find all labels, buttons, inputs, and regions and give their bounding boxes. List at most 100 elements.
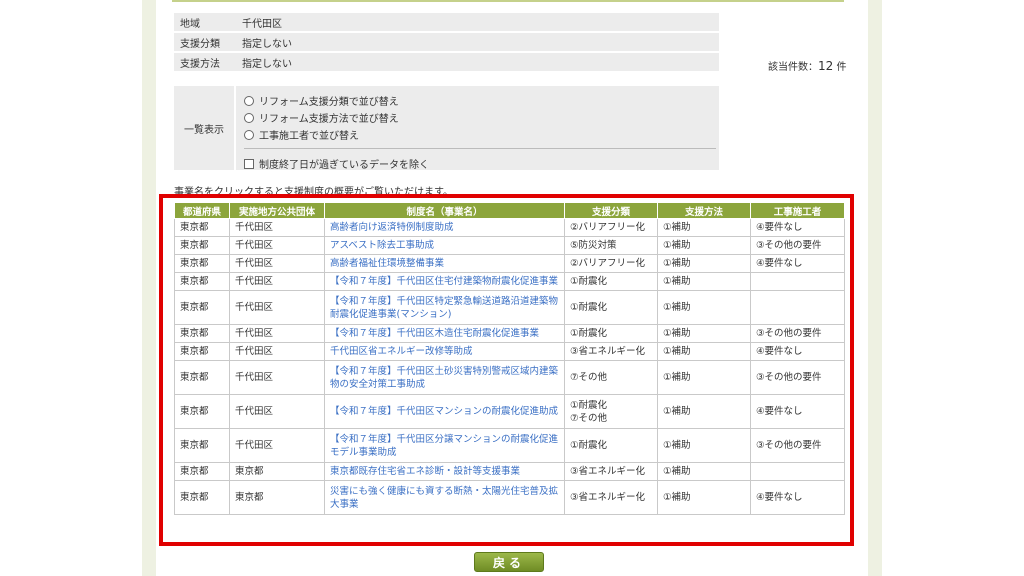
- search-conditions: 地域 千代田区 支援分類 指定しない 支援方法 指定しない: [174, 11, 719, 73]
- column-header-builder: 工事施工者: [750, 202, 845, 219]
- table-row: 東京都 千代田区 千代田区省エネルギー改修等助成 ③省エネルギー化 ①補助 ④要件なし: [174, 342, 845, 361]
- condition-value: 指定しない: [236, 53, 719, 71]
- condition-label: 支援分類: [174, 33, 236, 51]
- cell-support-method: ①補助: [657, 428, 751, 463]
- back-button[interactable]: 戻る: [474, 552, 544, 572]
- condition-row-category: 支援分類 指定しない: [174, 33, 719, 51]
- cell-municipality: 千代田区: [229, 218, 325, 237]
- cell-support-method: ①補助: [657, 272, 751, 291]
- cell-builder: ④要件なし: [750, 254, 845, 273]
- condition-value: 指定しない: [236, 33, 719, 51]
- cell-program-name: 【令和７年度】千代田区マンションの耐震化促進助成: [324, 394, 565, 429]
- cell-builder: ④要件なし: [750, 394, 845, 429]
- radio-icon[interactable]: [244, 112, 254, 123]
- sort-option-label: 工事施工者で並び替え: [259, 131, 359, 142]
- cell-support-category: ①耐震化: [564, 428, 658, 463]
- sort-by-method-option[interactable]: リフォーム支援方法で並び替え: [244, 109, 714, 126]
- result-count-prefix: 該当件数：: [768, 62, 818, 73]
- cell-program-name: 【令和７年度】千代田区土砂災害特別警戒区域内建築物の安全対策工事助成: [324, 360, 565, 395]
- cell-support-method: ①補助: [657, 324, 751, 343]
- cell-municipality: 千代田区: [229, 254, 325, 273]
- cell-prefecture: 東京都: [174, 324, 230, 343]
- table-row: 東京都 千代田区 【令和７年度】千代田区分譲マンションの耐震化促進モデル事業助成 ①耐…: [174, 428, 845, 463]
- cell-program-name: 【令和７年度】千代田区特定緊急輸送道路沿道建築物耐震化促進事業(マンション): [324, 290, 565, 325]
- cell-prefecture: 東京都: [174, 254, 230, 273]
- cell-support-category: ③省エネルギー化: [564, 462, 658, 481]
- table-row: 東京都 東京都 東京都既存住宅省エネ診断・設計等支援事業 ③省エネルギー化 ①補助: [174, 462, 845, 481]
- program-name-link[interactable]: 【令和７年度】千代田区特定緊急輸送道路沿道建築物耐震化促進事業(マンション): [330, 296, 558, 320]
- program-name-link[interactable]: 千代田区省エネルギー改修等助成: [330, 346, 473, 357]
- cell-prefecture: 東京都: [174, 394, 230, 429]
- program-name-link[interactable]: 【令和７年度】千代田区マンションの耐震化促進助成: [330, 406, 558, 417]
- checkbox-icon[interactable]: [244, 158, 254, 169]
- cell-support-category: ⑤防災対策: [564, 236, 658, 255]
- cell-prefecture: 東京都: [174, 428, 230, 463]
- exclude-expired-label: 制度終了日が過ぎているデータを除く: [259, 160, 429, 171]
- cell-support-method: ①補助: [657, 480, 751, 515]
- condition-row-method: 支援方法 指定しない: [174, 53, 719, 71]
- table-row: 東京都 千代田区 【令和７年度】千代田区マンションの耐震化促進助成 ①耐震化 ⑦その他…: [174, 394, 845, 429]
- cell-builder: ④要件なし: [750, 480, 845, 515]
- table-row: 東京都 千代田区 高齢者向け返済特例制度助成 ②バリアフリー化 ①補助 ④要件なし: [174, 218, 845, 237]
- radio-icon[interactable]: [244, 95, 254, 106]
- cell-municipality: 千代田区: [229, 236, 325, 255]
- sort-by-builder-option[interactable]: 工事施工者で並び替え: [244, 126, 714, 143]
- radio-icon[interactable]: [244, 129, 254, 140]
- cell-builder: ③その他の要件: [750, 360, 845, 395]
- sort-label: 一覧表示: [174, 86, 236, 170]
- program-name-link[interactable]: 【令和７年度】千代田区住宅付建築物耐震化促進事業: [330, 276, 558, 287]
- cell-prefecture: 東京都: [174, 272, 230, 291]
- cell-builder: ③その他の要件: [750, 236, 845, 255]
- cell-support-category: ②バリアフリー化: [564, 218, 658, 237]
- cell-municipality: 千代田区: [229, 428, 325, 463]
- results-header-row: 都道府県 実施地方公共団体 制度名（事業名） 支援分類 支援方法 工事施工者: [174, 202, 845, 219]
- result-count-number: 12: [818, 59, 834, 73]
- left-page-band: [142, 0, 156, 576]
- cell-program-name: 東京都既存住宅省エネ診断・設計等支援事業: [324, 462, 565, 481]
- cell-support-method: ①補助: [657, 342, 751, 361]
- program-name-link[interactable]: 災害にも強く健康にも資する断熱・太陽光住宅普及拡大事業: [330, 486, 558, 510]
- result-count: 該当件数：12 件: [768, 58, 846, 73]
- cell-program-name: アスベスト除去工事助成: [324, 236, 565, 255]
- cell-prefecture: 東京都: [174, 236, 230, 255]
- sort-by-category-option[interactable]: リフォーム支援分類で並び替え: [244, 92, 714, 109]
- cell-municipality: 千代田区: [229, 324, 325, 343]
- cell-prefecture: 東京都: [174, 218, 230, 237]
- cell-support-category: ①耐震化: [564, 272, 658, 291]
- cell-municipality: 東京都: [229, 462, 325, 481]
- column-header-prefecture: 都道府県: [174, 202, 230, 219]
- cell-support-method: ①補助: [657, 290, 751, 325]
- cell-builder: ③その他の要件: [750, 324, 845, 343]
- result-count-suffix: 件: [836, 62, 847, 73]
- program-name-link[interactable]: 【令和７年度】千代田区分譲マンションの耐震化促進モデル事業助成: [330, 434, 558, 458]
- cell-builder: [750, 462, 845, 481]
- sort-divider: [244, 148, 716, 149]
- cell-prefecture: 東京都: [174, 480, 230, 515]
- exclude-expired-option[interactable]: 制度終了日が過ぎているデータを除く: [244, 155, 714, 172]
- program-name-link[interactable]: 【令和７年度】千代田区木造住宅耐震化促進事業: [330, 328, 539, 339]
- cell-support-category: ①耐震化: [564, 290, 658, 325]
- table-row: 東京都 千代田区 【令和７年度】千代田区住宅付建築物耐震化促進事業 ①耐震化 ①補助: [174, 272, 845, 291]
- column-header-municipality: 実施地方公共団体: [229, 202, 325, 219]
- condition-label: 支援方法: [174, 53, 236, 71]
- cell-support-method: ①補助: [657, 236, 751, 255]
- cell-program-name: 高齢者向け返済特例制度助成: [324, 218, 565, 237]
- column-header-program-name: 制度名（事業名）: [324, 202, 565, 219]
- condition-label: 地域: [174, 13, 236, 31]
- condition-value: 千代田区: [236, 13, 719, 31]
- condition-row-region: 地域 千代田区: [174, 13, 719, 31]
- program-name-link[interactable]: 東京都既存住宅省エネ診断・設計等支援事業: [330, 466, 520, 477]
- program-name-link[interactable]: 高齢者福祉住環境整備事業: [330, 258, 444, 269]
- program-name-link[interactable]: 高齢者向け返済特例制度助成: [330, 222, 454, 233]
- program-name-link[interactable]: アスベスト除去工事助成: [330, 240, 434, 251]
- cell-support-category: ①耐震化: [564, 324, 658, 343]
- column-header-support-method: 支援方法: [657, 202, 751, 219]
- sort-options-panel: 一覧表示 リフォーム支援分類で並び替え リフォーム支援方法で並び替え 工事施工者…: [174, 86, 719, 172]
- cell-program-name: 千代田区省エネルギー改修等助成: [324, 342, 565, 361]
- column-header-support-category: 支援分類: [564, 202, 658, 219]
- cell-builder: [750, 272, 845, 291]
- cell-municipality: 千代田区: [229, 272, 325, 291]
- program-name-link[interactable]: 【令和７年度】千代田区土砂災害特別警戒区域内建築物の安全対策工事助成: [330, 366, 558, 390]
- cell-support-category: ①耐震化 ⑦その他: [564, 394, 658, 429]
- cell-prefecture: 東京都: [174, 342, 230, 361]
